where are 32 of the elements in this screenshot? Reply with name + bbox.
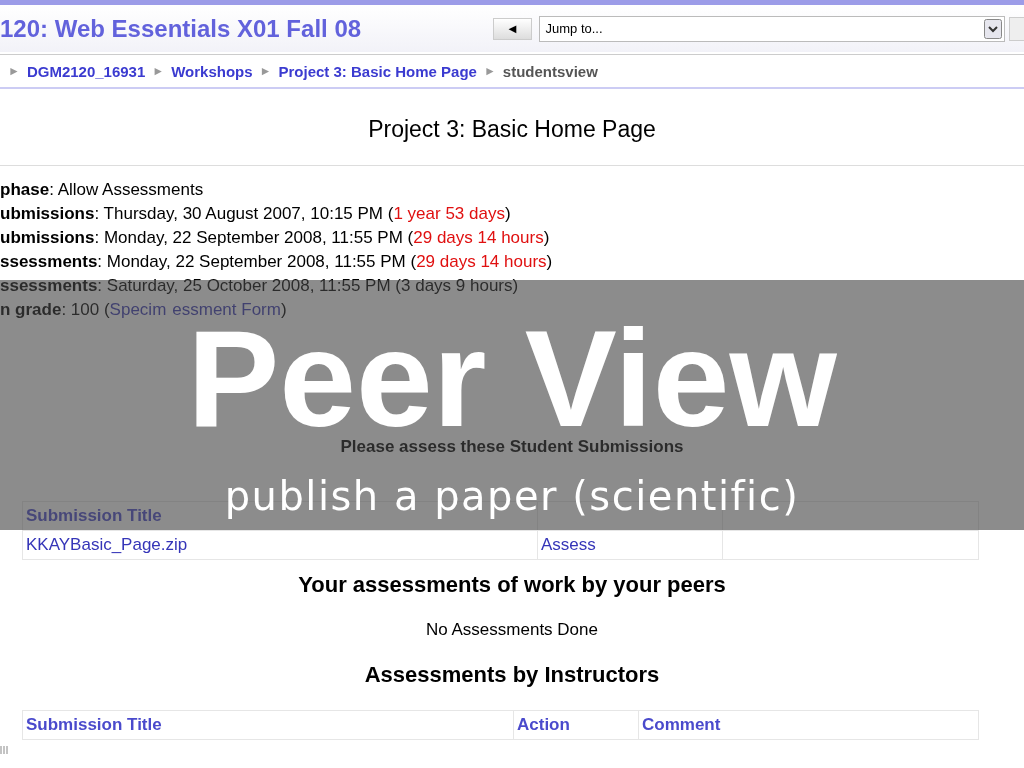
- separator-icon: ►: [152, 64, 165, 78]
- section-heading: Please assess these Student Submissions: [339, 437, 685, 457]
- column-header: Submission Title: [26, 506, 162, 525]
- column-header: Submission Title: [26, 715, 162, 734]
- detail-line: ubmissions: Monday, 22 September 2008, 11:55 PM (29 days 14 hours): [0, 227, 551, 249]
- breadcrumb-link[interactable]: Workshops: [171, 62, 253, 80]
- slide-subtitle: publish a paper (scientific): [224, 473, 800, 519]
- jump-menu[interactable]: Jump to...: [539, 15, 1006, 42]
- section-heading: Your assessments of work by your peers: [297, 572, 727, 598]
- detail-line: ssessments: Monday, 22 September 2008, 11:55 PM (29 days 14 hours): [0, 251, 554, 273]
- detail-line: phase: Allow Assessments: [0, 179, 205, 201]
- assess-link[interactable]: Assess: [541, 535, 596, 554]
- page-title: Project 3: Basic Home Page: [367, 115, 657, 144]
- separator-icon: ►: [259, 64, 272, 78]
- button-edge[interactable]: [1009, 16, 1024, 41]
- column-header: Comment: [642, 715, 721, 734]
- course-title: 120: Web Essentials X01 Fall 08: [0, 14, 363, 43]
- detail-line: ssessments: Saturday, 25 October 2008, 11:55 PM (3 days 9 hours): [0, 275, 520, 297]
- section-heading: Assessments by Instructors: [363, 662, 661, 688]
- scroll-grip-icon[interactable]: [0, 746, 9, 754]
- detail-line: n grade: 100 (Specim essment Form): [0, 299, 288, 321]
- slide-title: Peer View: [187, 322, 837, 434]
- submission-link[interactable]: KKAYBasic_Page.zip: [26, 535, 188, 554]
- empty-message: No Assessments Done: [425, 620, 599, 640]
- breadcrumb-link[interactable]: Project 3: Basic Home Page: [278, 62, 477, 80]
- detail-line: ubmissions: Thursday, 30 August 2007, 10:15 PM (1 year 53 days): [0, 203, 512, 225]
- breadcrumb-link[interactable]: DGM2120_16931: [26, 62, 146, 80]
- breadcrumb-current: studentsview: [502, 62, 598, 80]
- separator-icon: ►: [8, 64, 20, 78]
- back-button[interactable]: ◄: [492, 17, 533, 40]
- separator-icon: ►: [483, 64, 496, 78]
- column-header: Action: [517, 715, 570, 734]
